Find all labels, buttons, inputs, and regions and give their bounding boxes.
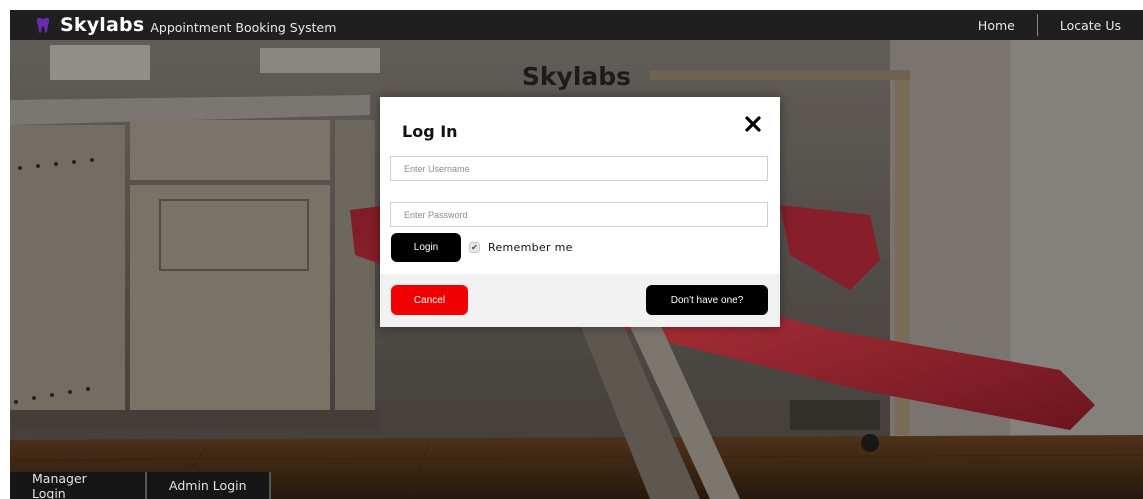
brand[interactable]: Skylabs Appointment Booking System bbox=[10, 10, 336, 40]
password-input[interactable] bbox=[390, 202, 768, 227]
login-modal: Log In Login ✔ Remember me Cancel Don't … bbox=[380, 97, 780, 327]
login-button[interactable]: Login bbox=[391, 233, 461, 262]
app-frame: Skylabs Appointment Booking System Home … bbox=[10, 10, 1143, 499]
remember-label: Remember me bbox=[488, 241, 573, 254]
brand-name: Skylabs bbox=[60, 14, 145, 36]
nav-link-locate-us[interactable]: Locate Us bbox=[1038, 10, 1143, 40]
modal-title: Log In bbox=[402, 122, 458, 141]
close-icon[interactable] bbox=[742, 113, 764, 135]
nav-link-home[interactable]: Home bbox=[956, 10, 1037, 40]
manager-login-tab[interactable]: Manager Login bbox=[10, 471, 147, 499]
username-input[interactable] bbox=[390, 156, 768, 181]
brand-subtitle: Appointment Booking System bbox=[150, 19, 337, 35]
top-navbar: Skylabs Appointment Booking System Home … bbox=[10, 10, 1143, 40]
cancel-button[interactable]: Cancel bbox=[391, 285, 468, 315]
remember-checkbox[interactable]: ✔ bbox=[469, 242, 480, 253]
admin-login-tab[interactable]: Admin Login bbox=[147, 472, 271, 499]
page-heading: Skylabs bbox=[521, 62, 632, 91]
modal-footer: Cancel Don't have one? bbox=[380, 274, 780, 327]
nav-links: Home Locate Us bbox=[956, 10, 1143, 40]
bottom-tabs: Manager Login Admin Login bbox=[10, 471, 271, 499]
tooth-icon bbox=[36, 17, 50, 33]
signup-button[interactable]: Don't have one? bbox=[646, 285, 768, 315]
remember-me[interactable]: ✔ Remember me bbox=[469, 241, 573, 254]
